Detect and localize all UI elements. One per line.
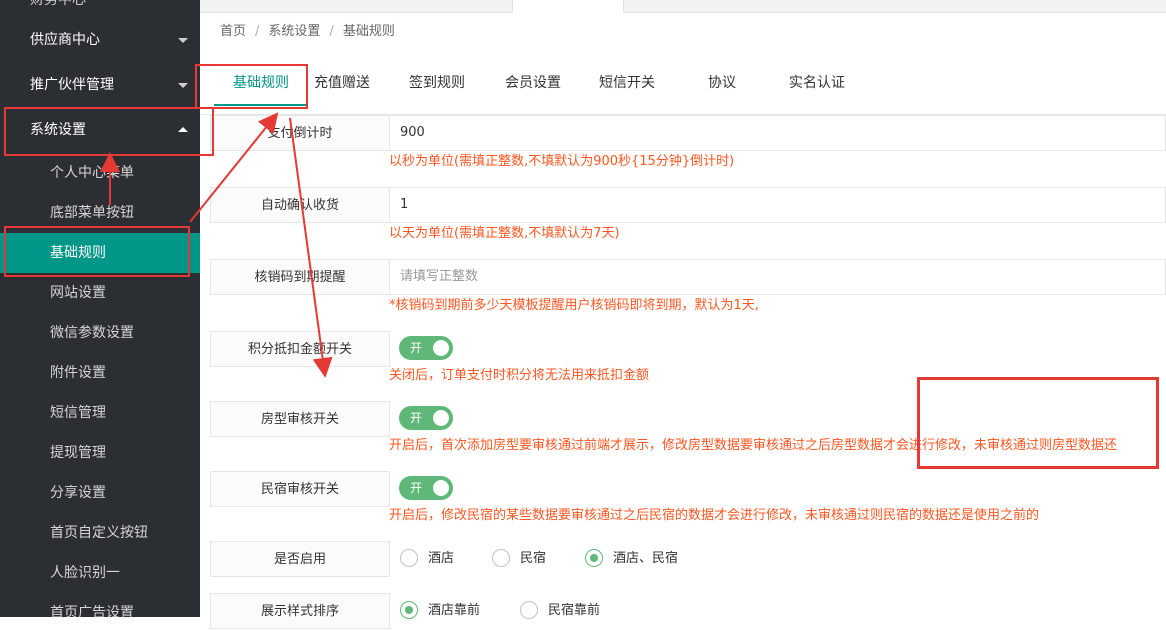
page-tab-current[interactable]: [512, 0, 624, 13]
pay-countdown-input[interactable]: 900: [389, 115, 1166, 151]
sidebar-subitem-home-buttons[interactable]: 首页自定义按钮: [0, 513, 200, 553]
label-auto-confirm: 自动确认收货: [210, 187, 390, 223]
sidebar-item-label: 分享设置: [50, 485, 106, 501]
sidebar-subitem-home-ads[interactable]: 首页广告设置: [0, 593, 200, 617]
sidebar-subitem-share[interactable]: 分享设置: [0, 473, 200, 513]
sidebar-subitem-wechat[interactable]: 微信参数设置: [0, 313, 200, 353]
room-review-hint: 开启后，首次添加房型要审核通过前端才展示，修改房型数据要审核通过之后房型数据才会…: [389, 438, 1118, 453]
radio-circle: [492, 549, 510, 567]
sidebar-subitem-attachment[interactable]: 附件设置: [0, 353, 200, 393]
page-tab-strip: [200, 0, 1166, 13]
sidebar-item-supplier[interactable]: 供应商中心: [0, 20, 200, 60]
settings-tabs: 基础规则 充值赠送 签到规则 会员设置 短信开关 协议 实名认证: [200, 64, 1166, 106]
sidebar-item-label: 微信参数设置: [50, 325, 134, 341]
radio-homestay-first[interactable]: 民宿靠前: [520, 600, 620, 622]
radio-label: 民宿: [520, 551, 547, 566]
sidebar: 财务中心 供应商中心 推广伙伴管理 系统设置 个人中心菜单 底部菜单按钮 基础规…: [0, 0, 200, 617]
radio-label: 酒店、民宿: [613, 551, 679, 566]
sidebar-item-label: 基础规则: [50, 245, 106, 261]
breadcrumb-home[interactable]: 首页: [220, 24, 246, 39]
sidebar-item-label: 供应商中心: [30, 32, 100, 48]
sidebar-item-label: 附件设置: [50, 365, 106, 381]
chevron-up-icon: [178, 127, 188, 132]
sidebar-item-label: 个人中心菜单: [50, 165, 134, 181]
sidebar-item-label: 提现管理: [50, 445, 106, 461]
homestay-review-toggle[interactable]: 开: [399, 476, 453, 500]
chevron-down-icon: [178, 83, 188, 88]
radio-label: 民宿靠前: [548, 603, 601, 618]
label-room-review: 房型审核开关: [210, 401, 390, 437]
breadcrumb-system-settings[interactable]: 系统设置: [268, 24, 320, 39]
verify-remind-hint: *核销码到期前多少天模板提醒用户核销码即将到期，默认为1天,: [389, 298, 759, 313]
radio-hotel[interactable]: 酒店: [400, 548, 470, 570]
points-toggle[interactable]: 开: [399, 336, 453, 360]
room-review-toggle[interactable]: 开: [399, 406, 453, 430]
toggle-knob: [433, 480, 449, 496]
toggle-knob: [433, 340, 449, 356]
radio-circle: [400, 549, 418, 567]
breadcrumb: 首页 / 系统设置 / 基础规则: [220, 22, 395, 42]
toggle-label: 开: [410, 341, 423, 355]
label-enable: 是否启用: [210, 541, 390, 577]
sidebar-item-system-settings[interactable]: 系统设置: [0, 110, 200, 150]
label-pay-countdown: 支付倒计时: [210, 115, 390, 151]
breadcrumb-current: 基础规则: [342, 24, 395, 39]
sidebar-subitem-sms[interactable]: 短信管理: [0, 393, 200, 433]
sidebar-item-label: 底部菜单按钮: [50, 205, 134, 221]
breadcrumb-separator: /: [255, 24, 260, 39]
sidebar-item-label: 财务中心: [30, 0, 86, 8]
sidebar-item-finance[interactable]: 财务中心: [0, 0, 200, 20]
sidebar-item-label: 短信管理: [50, 405, 106, 421]
sidebar-subitem-withdraw[interactable]: 提现管理: [0, 433, 200, 473]
radio-homestay[interactable]: 民宿: [492, 548, 562, 570]
tab-checkin-rules[interactable]: 签到规则: [400, 64, 474, 104]
sidebar-item-label: 首页自定义按钮: [50, 525, 148, 541]
label-display-order: 展示样式排序: [210, 593, 390, 629]
radio-label: 酒店靠前: [428, 603, 481, 618]
sidebar-item-label: 系统设置: [30, 122, 86, 138]
breadcrumb-separator: /: [329, 24, 334, 39]
radio-circle: [520, 601, 538, 619]
auto-confirm-input[interactable]: 1: [389, 187, 1166, 223]
sidebar-subitem-website[interactable]: 网站设置: [0, 273, 200, 313]
sidebar-item-label: 首页广告设置: [50, 605, 134, 617]
radio-label: 酒店: [428, 551, 455, 566]
label-points-switch: 积分抵扣金额开关: [210, 331, 390, 367]
tab-basic-rules[interactable]: 基础规则: [214, 64, 308, 106]
sidebar-item-label: 人脸识别一: [50, 565, 120, 581]
tab-recharge-bonus[interactable]: 充值赠送: [308, 64, 376, 104]
radio-hotel-homestay[interactable]: 酒店、民宿: [585, 548, 695, 570]
tab-member-settings[interactable]: 会员设置: [496, 64, 570, 104]
sidebar-item-label: 推广伙伴管理: [30, 77, 114, 93]
pay-countdown-hint: 以秒为单位(需填正整数,不填默认为900秒{15分钟}倒计时): [389, 154, 735, 169]
tab-sms-switch[interactable]: 短信开关: [590, 64, 664, 104]
radio-hotel-first[interactable]: 酒店靠前: [400, 600, 500, 622]
homestay-review-hint: 开启后，修改民宿的某些数据要审核通过之后民宿的数据才会进行修改，未审核通过则民宿…: [389, 508, 1040, 523]
sidebar-item-label: 网站设置: [50, 285, 106, 301]
sidebar-subitem-face-id[interactable]: 人脸识别一: [0, 553, 200, 593]
label-verify-remind: 核销码到期提醒: [210, 259, 390, 295]
toggle-label: 开: [410, 411, 423, 425]
chevron-down-icon: [178, 38, 188, 43]
sidebar-subitem-personal-menu[interactable]: 个人中心菜单: [0, 153, 200, 193]
sidebar-subitem-bottom-menu[interactable]: 底部菜单按钮: [0, 193, 200, 233]
verify-remind-input[interactable]: 请填写正整数: [389, 259, 1166, 295]
toggle-label: 开: [410, 481, 423, 495]
sidebar-item-partner[interactable]: 推广伙伴管理: [0, 65, 200, 105]
auto-confirm-hint: 以天为单位(需填正整数,不填默认为7天): [389, 226, 620, 241]
radio-circle-selected: [585, 549, 603, 567]
tab-agreement[interactable]: 协议: [696, 64, 748, 104]
radio-circle-selected: [400, 601, 418, 619]
points-switch-hint: 关闭后，订单支付时积分将无法用来抵扣金额: [389, 368, 650, 383]
tab-real-name[interactable]: 实名认证: [780, 64, 854, 104]
label-homestay-review: 民宿审核开关: [210, 471, 390, 507]
toggle-knob: [433, 410, 449, 426]
sidebar-subitem-basic-rules[interactable]: 基础规则: [0, 233, 200, 273]
